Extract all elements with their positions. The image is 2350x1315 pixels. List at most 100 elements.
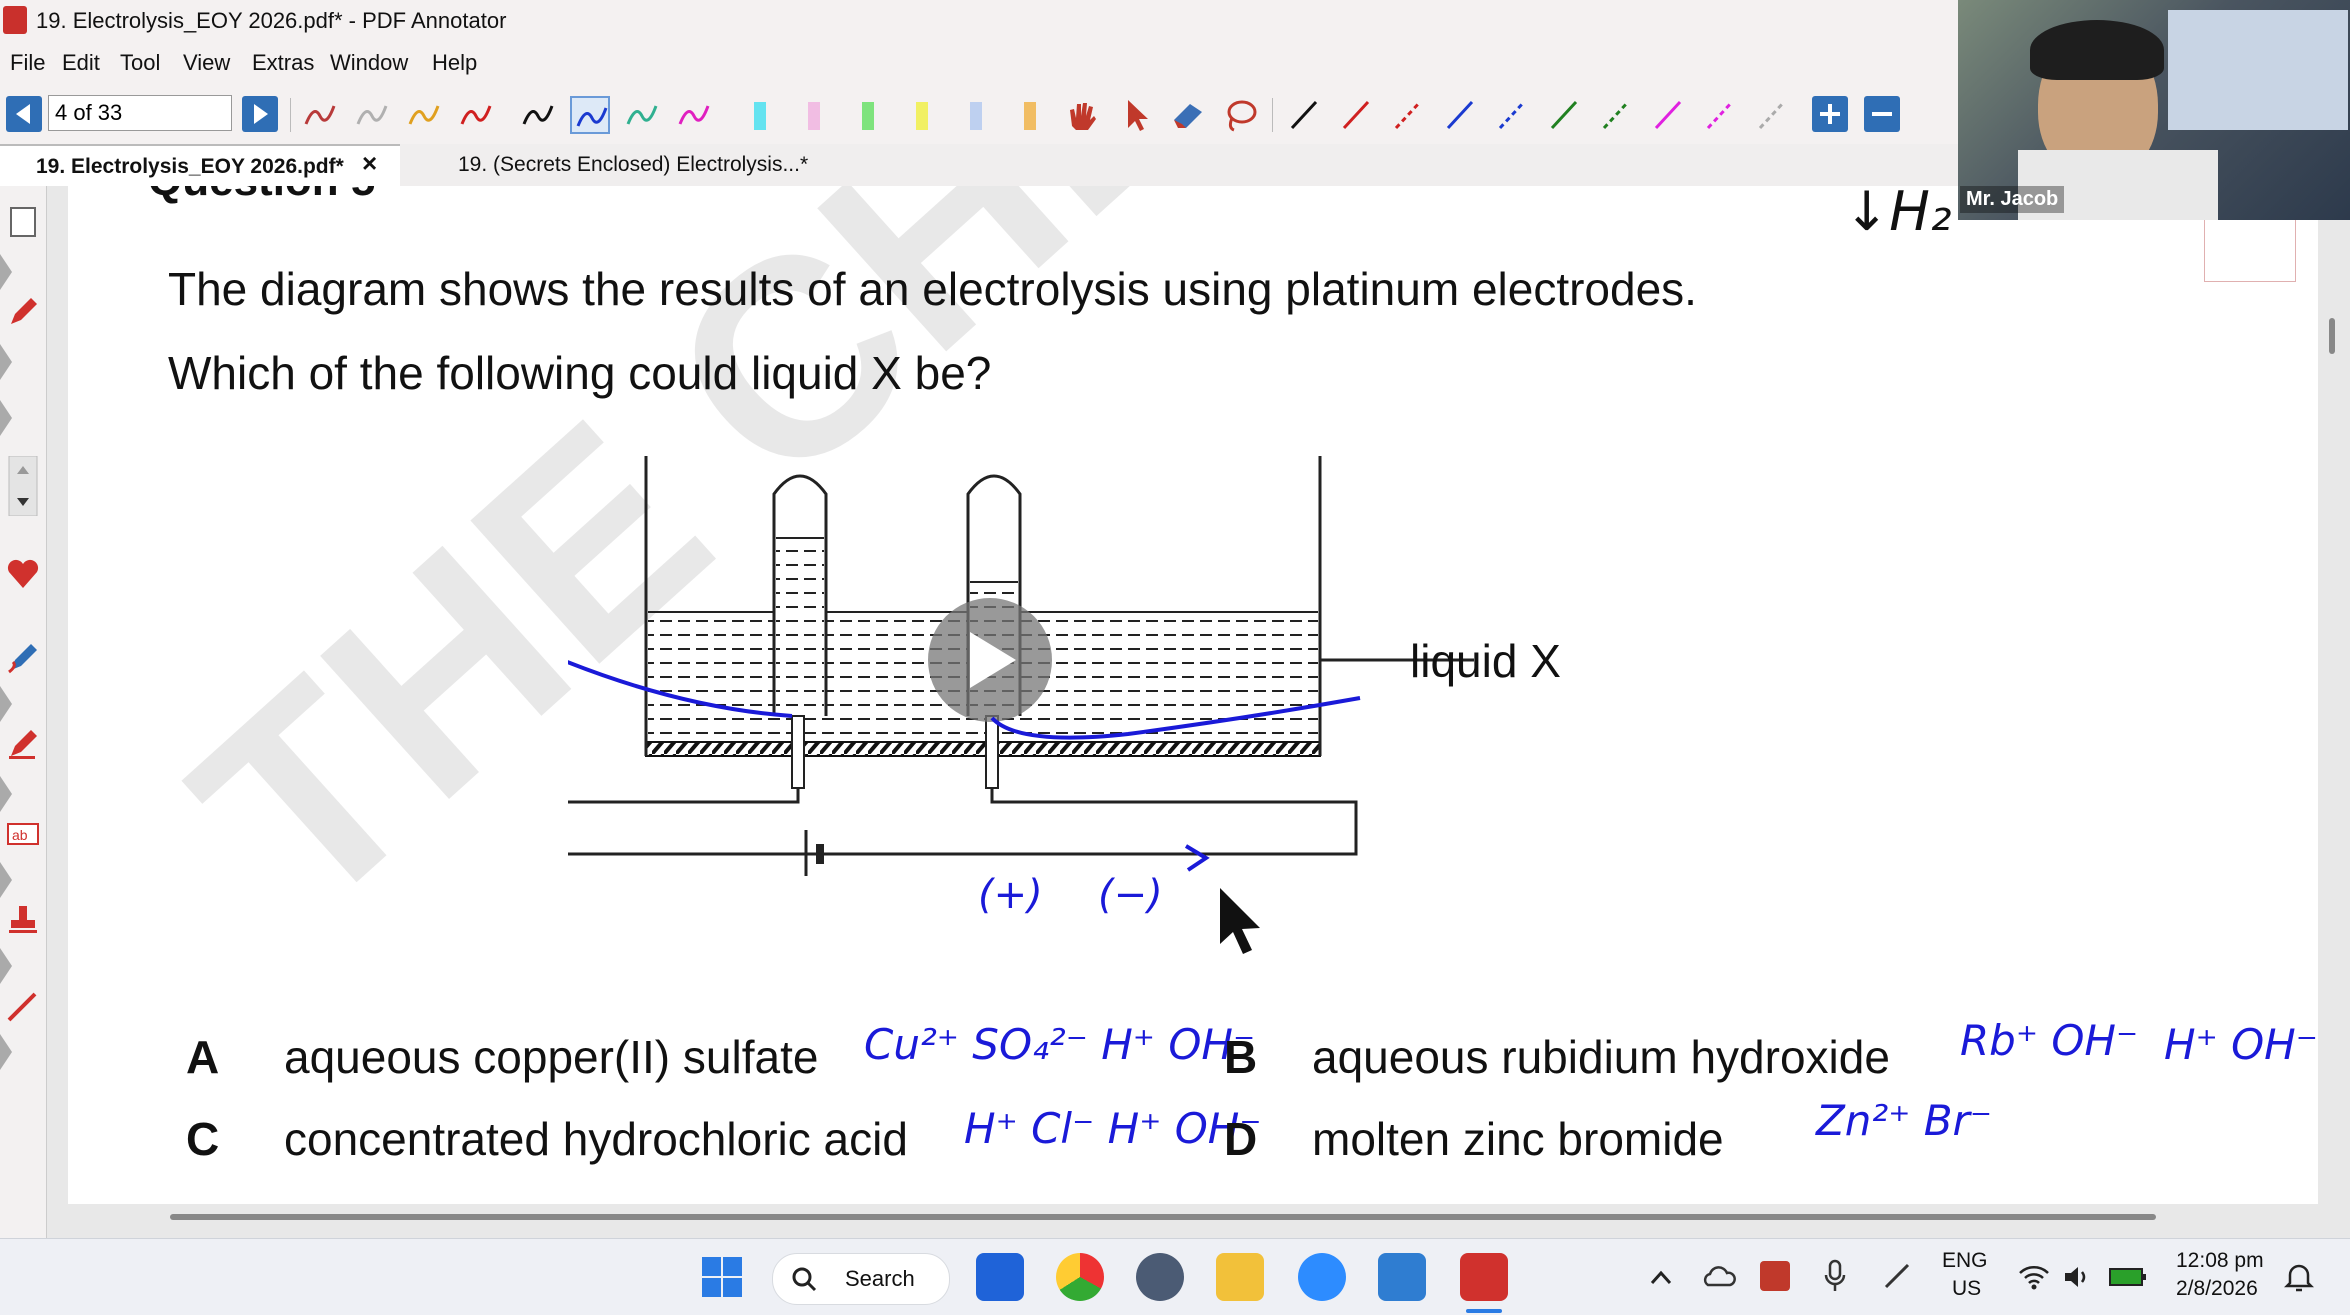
stamp-icon[interactable]	[5, 902, 41, 938]
eraser-tool[interactable]	[1168, 96, 1208, 134]
vertical-scrollbar[interactable]	[2320, 186, 2350, 1238]
line-tool-9[interactable]	[1700, 96, 1740, 134]
onedrive-cloud-icon[interactable]	[1702, 1261, 1736, 1293]
menu-extras[interactable]: Extras	[252, 50, 314, 76]
line-tool-5[interactable]	[1492, 96, 1532, 134]
menu-window[interactable]: Window	[330, 50, 408, 76]
pen-tool-1-icon	[304, 105, 336, 125]
line-tool-10[interactable]	[1752, 96, 1792, 134]
menu-tool[interactable]: Tool	[120, 50, 160, 76]
pen-tool-5[interactable]	[518, 96, 558, 134]
pointer-arrow-icon	[1128, 100, 1148, 131]
option-b-text: aqueous rubidium hydroxide	[1312, 1031, 1890, 1083]
line-tool-3[interactable]	[1388, 96, 1428, 134]
pen-icon[interactable]	[5, 294, 41, 330]
pen-tool-2[interactable]	[352, 96, 392, 134]
page-thumbnail-icon[interactable]	[5, 204, 41, 240]
zoom-out-button[interactable]	[1864, 96, 1900, 132]
close-tab-icon[interactable]: ×	[362, 148, 377, 179]
highlighter-tool-6[interactable]	[1010, 96, 1050, 134]
pen-tool-3[interactable]	[404, 96, 444, 134]
notification-bell-icon[interactable]	[2284, 1261, 2314, 1293]
question-line-2: Which of the following could liquid X be…	[168, 347, 992, 399]
clock-time[interactable]: 12:08 pm	[2176, 1249, 2264, 1273]
vertical-scroll-thumb[interactable]	[2329, 318, 2335, 354]
tab-bar: 19. Electrolysis_EOY 2026.pdf* × 19. (Se…	[0, 144, 1958, 186]
zoom-in-button[interactable]	[1812, 96, 1848, 132]
pen-tool-8[interactable]	[674, 96, 714, 134]
tab-label: 19. Electrolysis_EOY 2026.pdf*	[36, 155, 344, 178]
line-tool-7-icon	[1602, 100, 1630, 130]
microphone-icon[interactable]	[1822, 1259, 1848, 1293]
option-c-letter: C	[186, 1113, 220, 1165]
windows-start-icon[interactable]	[698, 1253, 746, 1301]
language-region[interactable]: US	[1952, 1277, 1981, 1301]
pen-tool-7[interactable]	[622, 96, 662, 134]
file-explorer-icon[interactable]	[1216, 1253, 1264, 1301]
line-arrow-icon[interactable]	[5, 988, 41, 1024]
highlighter-icon[interactable]	[5, 726, 41, 762]
next-page-button[interactable]	[242, 96, 278, 132]
highlighter-tool-2[interactable]	[794, 96, 834, 134]
pen-tool-4[interactable]	[456, 96, 496, 134]
volume-icon[interactable]	[2062, 1263, 2094, 1291]
lasso-tool[interactable]	[1220, 96, 1260, 134]
menu-edit[interactable]: Edit	[62, 50, 100, 76]
line-tool-4[interactable]	[1440, 96, 1480, 134]
plus-icon	[1820, 104, 1840, 124]
handwritten-option-c: H⁺ Cl⁻ H⁺ OH⁻	[964, 1104, 1262, 1153]
wifi-icon[interactable]	[2018, 1263, 2050, 1291]
highlighter-tool-3[interactable]	[848, 96, 888, 134]
select-tool[interactable]	[1116, 96, 1156, 134]
speedometer-app-icon[interactable]	[1136, 1253, 1184, 1301]
sidebar-scroll-icon[interactable]	[5, 455, 41, 517]
pen-tool-6[interactable]	[570, 96, 610, 134]
brush-icon[interactable]	[5, 640, 41, 676]
tab-electrolysis-eoy[interactable]: 19. Electrolysis_EOY 2026.pdf*	[0, 144, 400, 186]
clock-date[interactable]: 2/8/2026	[2176, 1277, 2258, 1301]
line-tool-6[interactable]	[1544, 96, 1584, 134]
chevron-up-icon[interactable]	[1648, 1265, 1674, 1291]
pdf-page[interactable]: THE CHEM Question 5 The diagram shows th…	[68, 186, 2318, 1204]
horizontal-scrollbar[interactable]	[170, 1214, 2156, 1220]
hand-tool[interactable]	[1062, 96, 1102, 134]
line-tool-2[interactable]	[1336, 96, 1376, 134]
lasso-icon	[1227, 100, 1257, 132]
notification-app-icon[interactable]	[1760, 1261, 1790, 1291]
handwritten-corner-note: ↓H₂	[1844, 186, 1952, 243]
highlighter-tool-5[interactable]	[956, 96, 996, 134]
menu-file[interactable]: File	[10, 50, 45, 76]
chrome-icon[interactable]	[1056, 1253, 1104, 1301]
pen-tool-1[interactable]	[300, 96, 340, 134]
minus-icon	[1872, 112, 1892, 116]
option-d-text: molten zinc bromide	[1312, 1113, 1724, 1165]
menu-help[interactable]: Help	[432, 50, 477, 76]
pen-input-icon[interactable]	[1880, 1259, 1914, 1293]
favorites-heart-icon[interactable]	[5, 556, 41, 592]
tab-secrets-enclosed[interactable]: 19. (Secrets Enclosed) Electrolysis...*	[422, 144, 862, 186]
dropbox-icon[interactable]	[976, 1253, 1024, 1301]
highlighter-tool-4-icon	[916, 102, 928, 130]
highlighter-tool-1[interactable]	[740, 96, 780, 134]
previous-page-button[interactable]	[6, 96, 42, 132]
photos-app-icon[interactable]	[1378, 1253, 1426, 1301]
zoom-app-icon[interactable]	[1298, 1253, 1346, 1301]
text-box-icon[interactable]: ab	[5, 816, 41, 852]
tab-label: 19. (Secrets Enclosed) Electrolysis...*	[458, 153, 809, 176]
search-label: Search	[845, 1266, 915, 1291]
taskbar-search-box[interactable]: Search	[772, 1253, 950, 1305]
battery-icon[interactable]	[2108, 1263, 2148, 1291]
line-tool-7[interactable]	[1596, 96, 1636, 134]
line-tool-8[interactable]	[1648, 96, 1688, 134]
line-tool-1[interactable]	[1284, 96, 1324, 134]
menu-view[interactable]: View	[183, 50, 230, 76]
pen-tool-8-icon	[678, 105, 710, 125]
highlighter-tool-4[interactable]	[902, 96, 942, 134]
pdf-annotator-taskbar-icon[interactable]	[1460, 1253, 1508, 1301]
highlighter-tool-5-icon	[970, 102, 982, 130]
pen-tool-5-icon	[522, 105, 554, 125]
language-code[interactable]: ENG	[1942, 1249, 1988, 1273]
highlighter-tool-6-icon	[1024, 102, 1036, 130]
pdf-annotator-app-icon	[3, 6, 27, 34]
page-number-input[interactable]	[48, 95, 232, 131]
